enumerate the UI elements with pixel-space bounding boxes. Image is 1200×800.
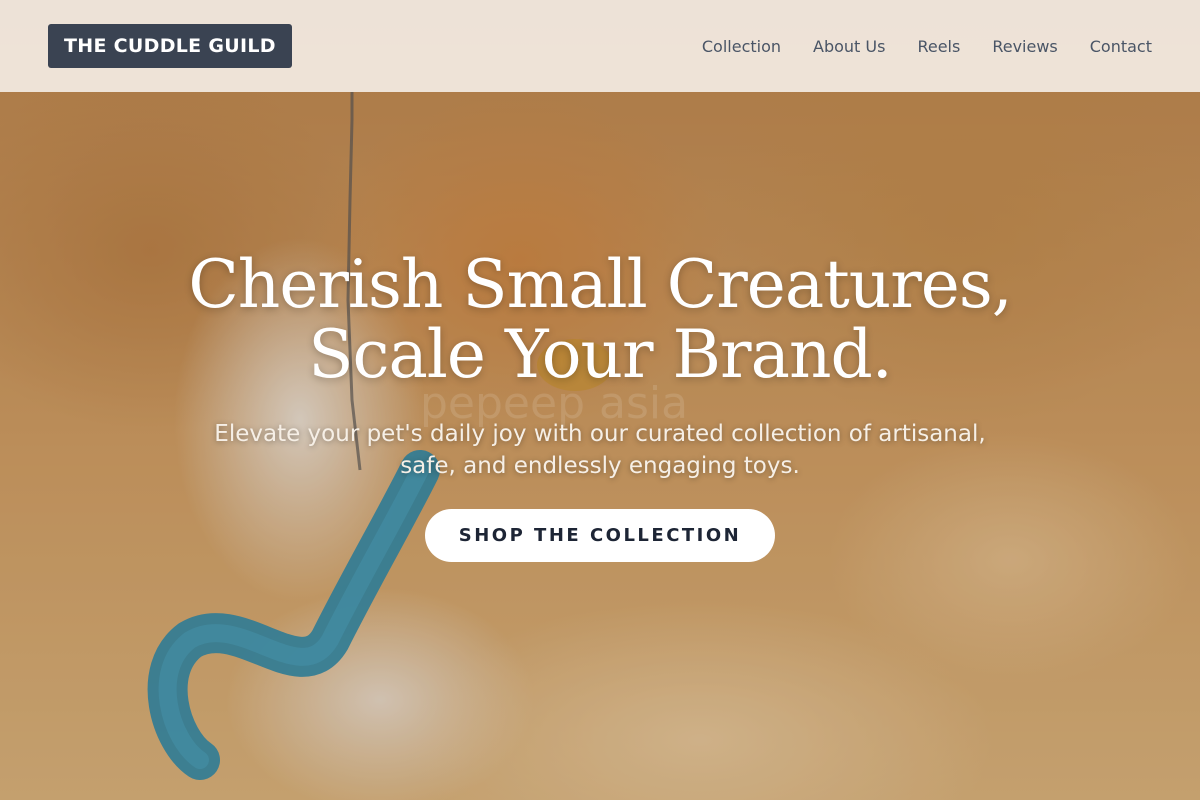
hero-subheadline: Elevate your pet's daily joy with our cu… <box>214 421 986 479</box>
hero-headline: Cherish Small Creatures, Scale Your Bran… <box>0 250 1200 390</box>
nav-link-reels[interactable]: Reels <box>917 37 960 56</box>
brand-logo[interactable]: THE CUDDLE GUILD <box>48 24 292 68</box>
hero-section: pepeep asia Cherish Small Creatures, Sca… <box>0 92 1200 800</box>
nav-link-about-us[interactable]: About Us <box>813 37 885 56</box>
hero-headline-line2: Scale Your Brand. <box>308 316 892 393</box>
main-nav: Collection About Us Reels Reviews Contac… <box>702 37 1152 56</box>
landing-page: THE CUDDLE GUILD Collection About Us Ree… <box>0 0 1200 800</box>
nav-link-collection[interactable]: Collection <box>702 37 781 56</box>
nav-link-contact[interactable]: Contact <box>1090 37 1152 56</box>
hero-headline-line1: Cherish Small Creatures, <box>188 246 1012 323</box>
nav-link-reviews[interactable]: Reviews <box>992 37 1057 56</box>
site-header: THE CUDDLE GUILD Collection About Us Ree… <box>0 0 1200 92</box>
shop-collection-button[interactable]: SHOP THE COLLECTION <box>425 509 775 562</box>
